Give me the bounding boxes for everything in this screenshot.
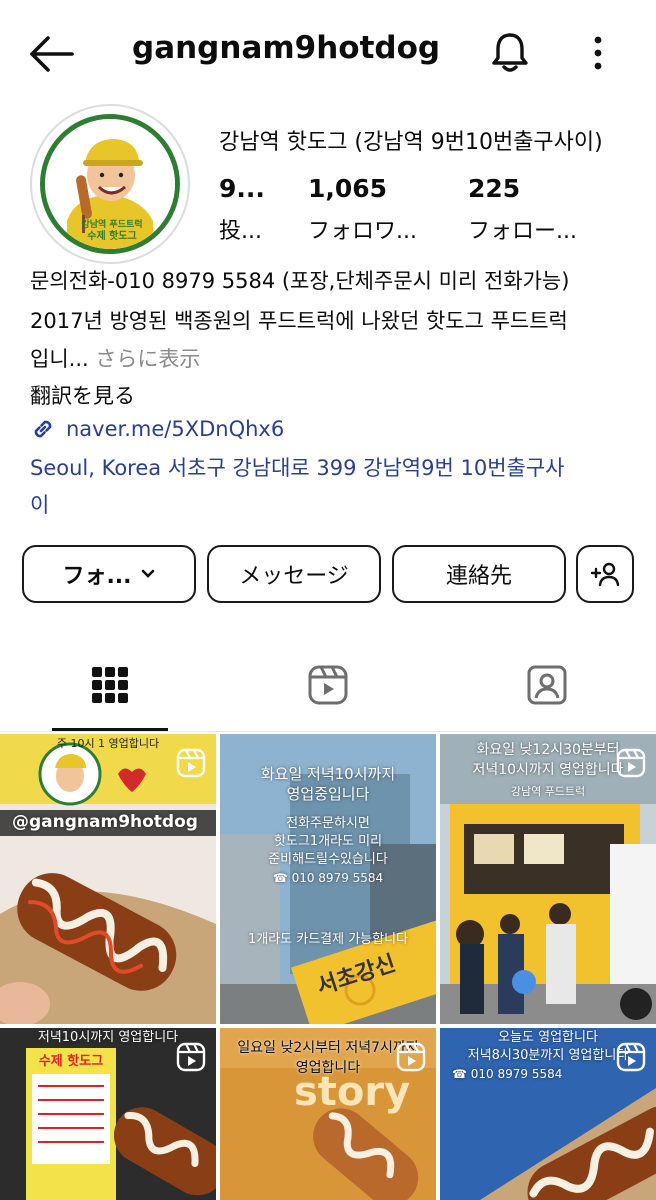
post-2-text-3: 전화주문하시면 [286, 816, 370, 831]
reel-indicator-icon [616, 748, 646, 778]
tab-divider [0, 731, 656, 732]
location-line-2[interactable]: 이 [30, 489, 49, 519]
follow-button-label: フォ... [62, 564, 132, 589]
display-name: 강남역 핫도그 (강남역 9번10번출구사이) [219, 130, 603, 155]
location-line-1[interactable]: Seoul, Korea 서초구 강남대로 399 강남역9번 10번출구사 [30, 452, 564, 482]
stat-followers[interactable]: 1,065 フォロワ... [308, 174, 417, 245]
bio-line-2: 2017년 방영된 백종원의 푸드트럭에 나왔던 핫도그 푸드트럭 [30, 309, 568, 333]
post-2-text-5: 준비해드릴수있습니다 [268, 852, 388, 867]
follow-button[interactable]: フォ... [22, 545, 196, 603]
grid-icon [92, 667, 128, 703]
reel-indicator-icon [396, 1042, 426, 1072]
post-5-sign: story [294, 1069, 411, 1115]
profile-header: gangnam9hotdog [0, 0, 656, 106]
bell-icon[interactable] [490, 30, 530, 74]
message-button[interactable]: メッセージ [207, 545, 381, 603]
post-tile[interactable]: 화요일 낮12시30분부터 저녁10시까지 영업합니다 강남역 푸드트럭 [440, 734, 656, 1024]
avatar-text-1: 강남역 푸드트럭 [81, 218, 142, 230]
post-3-sign: 강남역 푸드트럭 [510, 785, 586, 798]
post-2-text-1: 화요일 저녁10시까지 [260, 765, 396, 783]
avatar-text-2: 수제 핫도그 [87, 229, 136, 242]
tab-tagged[interactable] [522, 660, 572, 710]
add-user-button[interactable] [576, 545, 634, 603]
post-tile[interactable]: 주 10시 1 영업합니다 @gangnam9hotdog [0, 734, 216, 1024]
post-tile[interactable]: 일요일 낮2시부터 저녁7시까지 영업합니다 story [220, 1028, 436, 1200]
back-arrow-icon[interactable] [28, 34, 74, 74]
more-link[interactable]: さらに表示 [89, 347, 200, 371]
post-2-text-2: 영업중입니다 [286, 785, 370, 803]
stat-following[interactable]: 225 フォロー... [468, 174, 577, 245]
post-tile[interactable]: 저녁10시까지 영업합니다 수제 핫도그 [0, 1028, 216, 1200]
tagged-icon [527, 665, 567, 705]
stat-following-label: フォロー... [468, 219, 577, 244]
stat-followers-label: フォロワ... [308, 219, 417, 244]
avatar-image: 강남역 푸드트럭 수제 핫도그 [40, 114, 180, 254]
tab-reels[interactable] [303, 660, 353, 710]
avatar[interactable]: 강남역 푸드트럭 수제 핫도그 [30, 104, 190, 264]
post-2-phone: ☎ 010 8979 5584 [272, 871, 384, 885]
profile-username: gangnam9hotdog [132, 30, 441, 66]
contact-button[interactable]: 連絡先 [392, 545, 566, 603]
stat-followers-value: 1,065 [308, 174, 388, 203]
reels-icon [308, 665, 348, 705]
link-icon [34, 420, 52, 438]
contact-button-label: 連絡先 [445, 564, 512, 589]
post-1-handle: @gangnam9hotdog [12, 812, 198, 832]
stat-posts-value: 9... [219, 174, 265, 203]
post-2-text-4: 핫도그1개라도 미리 [273, 834, 383, 849]
profile-link[interactable]: naver.me/5XDnQhx6 [30, 416, 284, 442]
bio-line-3: 입니... さらに表示 [30, 344, 200, 374]
post-tile[interactable]: 화요일 저녁10시까지 영업중입니다 전화주문하시면 핫도그1개라도 미리 준비… [220, 734, 436, 1024]
translate-link[interactable]: 翻訳を見る [30, 381, 135, 411]
stat-posts[interactable]: 9... 投... [219, 174, 265, 245]
stat-following-value: 225 [468, 174, 521, 203]
stat-posts-label: 投... [219, 219, 262, 244]
bio-line-3-text: 입니... [30, 347, 89, 371]
add-person-icon [590, 562, 620, 587]
reel-indicator-icon [176, 748, 206, 778]
post-6-phone: ☎ 010 8979 5584 [452, 1067, 563, 1081]
message-button-label: メッセージ [239, 564, 349, 589]
reel-indicator-icon [616, 1042, 646, 1072]
post-4-menu-title: 수제 핫도그 [38, 1054, 104, 1069]
more-vertical-icon[interactable] [584, 34, 612, 74]
chevron-down-icon [141, 569, 154, 578]
bio-line-1: 문의전화-010 8979 5584 (포장,단체주문시 미리 전화가능) [30, 269, 570, 293]
reel-indicator-icon [176, 1042, 206, 1072]
post-2-text-6: 1개라도 카드결제 가능합니다 [247, 932, 409, 947]
profile-link-text: naver.me/5XDnQhx6 [66, 417, 285, 441]
post-tile[interactable]: 오늘도 영업합니다 저녁8시30분까지 영업합니다 ☎ 010 8979 558… [440, 1028, 656, 1200]
tab-grid[interactable] [85, 660, 135, 710]
